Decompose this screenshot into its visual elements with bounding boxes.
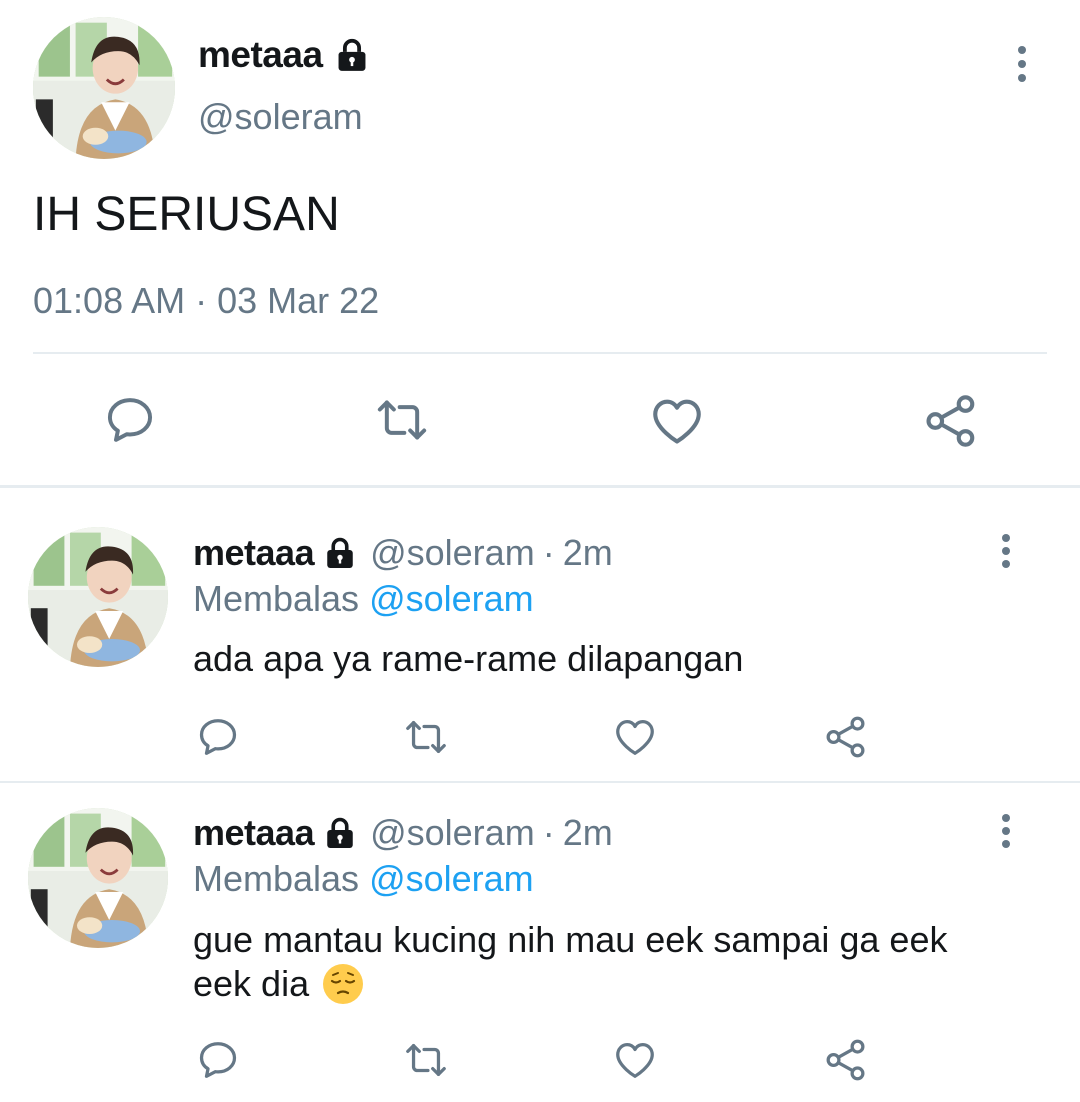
mention-link[interactable]: @soleram xyxy=(369,858,534,900)
pensive-face-icon xyxy=(323,964,364,1004)
share-icon[interactable] xyxy=(922,392,980,450)
replying-label: Membalas xyxy=(193,858,360,899)
tweet-text-line: eek dia xyxy=(193,963,310,1004)
lock-icon xyxy=(322,815,358,851)
avatar[interactable] xyxy=(33,17,175,159)
like-icon[interactable] xyxy=(612,1037,658,1083)
separator-dot: · xyxy=(542,812,555,853)
tweet-divider xyxy=(33,352,1047,354)
like-icon[interactable] xyxy=(648,392,706,450)
separator-dot: · xyxy=(195,280,208,321)
avatar[interactable] xyxy=(28,527,168,667)
mention-link[interactable]: @soleram xyxy=(369,578,534,620)
retweet-icon[interactable] xyxy=(401,1037,451,1083)
section-divider xyxy=(0,485,1080,488)
lock-icon xyxy=(322,535,358,571)
tweet-text: IH SERIUSAN xyxy=(33,188,340,241)
user-handle[interactable]: @soleram xyxy=(198,96,363,138)
retweet-icon[interactable] xyxy=(401,714,451,760)
tweet-text: gue mantau kucing nih mau eek sampai ga … xyxy=(193,918,1053,1006)
like-icon[interactable] xyxy=(612,714,658,760)
more-options-icon[interactable] xyxy=(1016,46,1028,82)
tweet-age: 2m xyxy=(562,812,613,853)
display-name[interactable]: metaaa xyxy=(198,34,323,76)
display-name[interactable]: metaaa xyxy=(193,812,315,854)
tweet-time: 01:08 AM xyxy=(33,280,186,321)
reply-icon[interactable] xyxy=(195,1037,241,1083)
more-options-icon[interactable] xyxy=(1000,814,1012,848)
tweet-timestamp: 01:08 AM · 03 Mar 22 xyxy=(33,280,379,322)
replying-label: Membalas xyxy=(193,578,360,619)
retweet-icon[interactable] xyxy=(372,392,432,448)
section-divider xyxy=(0,781,1080,783)
display-name[interactable]: metaaa xyxy=(193,532,315,574)
tweet-age: 2m xyxy=(562,532,613,573)
user-handle[interactable]: @soleram xyxy=(370,532,535,574)
user-handle[interactable]: @soleram xyxy=(370,812,535,854)
replying-to: Membalas @soleram xyxy=(193,578,534,620)
avatar[interactable] xyxy=(28,808,168,948)
tweet-date: 03 Mar 22 xyxy=(217,280,380,321)
lock-icon xyxy=(333,36,371,74)
reply-icon[interactable] xyxy=(195,714,241,760)
share-icon[interactable] xyxy=(823,714,869,760)
tweet-text-line: gue mantau kucing nih mau eek sampai ga … xyxy=(193,919,948,960)
tweet-text: ada apa ya rame-rame dilapangan xyxy=(193,638,744,679)
more-options-icon[interactable] xyxy=(1000,534,1012,568)
replying-to: Membalas @soleram xyxy=(193,858,534,900)
share-icon[interactable] xyxy=(823,1037,869,1083)
separator-dot: · xyxy=(542,532,555,573)
reply-icon[interactable] xyxy=(102,392,158,448)
